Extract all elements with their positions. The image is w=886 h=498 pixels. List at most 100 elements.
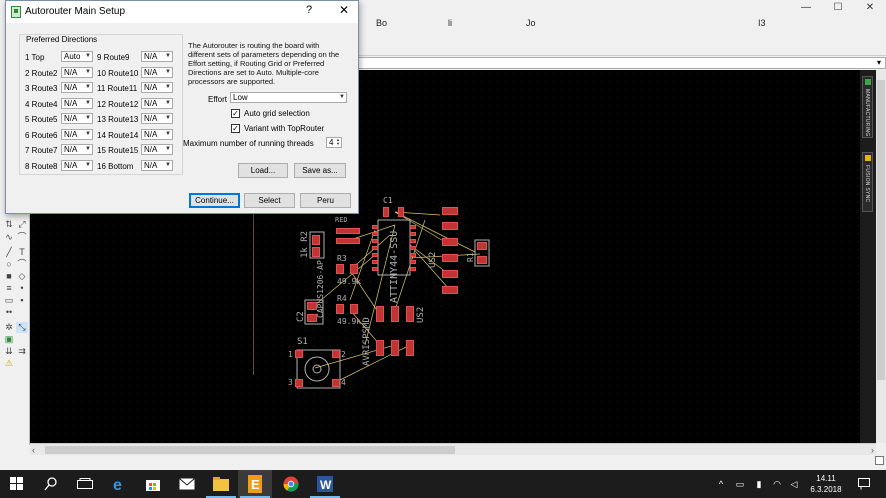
effort-select[interactable]: Low ▼ bbox=[230, 92, 347, 103]
pad[interactable] bbox=[336, 238, 360, 244]
pad[interactable] bbox=[442, 254, 458, 262]
direction-select-10[interactable]: N/A ▼ bbox=[141, 67, 173, 78]
pad[interactable] bbox=[406, 306, 414, 322]
label-c2: C2 bbox=[296, 311, 306, 322]
direction-select-5[interactable]: N/A ▼ bbox=[61, 113, 93, 124]
pad[interactable] bbox=[383, 207, 389, 217]
threads-spinner[interactable]: 4 ▲ ▼ bbox=[326, 137, 342, 148]
mail-button[interactable] bbox=[170, 470, 204, 498]
direction-select-16[interactable]: N/A ▼ bbox=[141, 160, 173, 171]
direction-select-9[interactable]: N/A ▼ bbox=[141, 51, 173, 62]
pad[interactable] bbox=[442, 270, 458, 278]
pad[interactable] bbox=[372, 267, 378, 271]
pad[interactable] bbox=[336, 228, 360, 234]
task-view-button[interactable] bbox=[68, 470, 102, 498]
direction-select-12[interactable]: N/A ▼ bbox=[141, 98, 173, 109]
pad[interactable] bbox=[442, 286, 458, 294]
auto-grid-checkbox[interactable]: ✓ bbox=[231, 109, 240, 118]
pad[interactable] bbox=[442, 222, 458, 230]
pad[interactable] bbox=[410, 232, 416, 236]
direction-label-1: 1 Top bbox=[25, 53, 45, 62]
pad[interactable] bbox=[391, 340, 399, 356]
direction-select-15[interactable]: N/A ▼ bbox=[141, 144, 173, 155]
word-button[interactable]: W bbox=[308, 470, 342, 498]
label-avrispsmd: AVRISPSMD bbox=[362, 317, 372, 366]
peru-button[interactable]: Peru bbox=[300, 193, 351, 208]
pad[interactable] bbox=[312, 235, 320, 245]
pad[interactable] bbox=[376, 306, 384, 322]
pad[interactable] bbox=[410, 225, 416, 229]
pad[interactable] bbox=[372, 225, 378, 229]
pad[interactable] bbox=[295, 350, 303, 358]
label-r1: R1 bbox=[466, 252, 475, 262]
direction-select-4[interactable]: N/A ▼ bbox=[61, 98, 93, 109]
battery-icon[interactable]: ▮ bbox=[752, 470, 766, 498]
pad[interactable] bbox=[372, 253, 378, 257]
edge-button[interactable]: e bbox=[102, 470, 136, 498]
direction-select-6[interactable]: N/A ▼ bbox=[61, 129, 93, 140]
pad[interactable] bbox=[312, 247, 320, 257]
autorouter-description: The Autorouter is routing the board with… bbox=[188, 41, 340, 86]
wifi-icon[interactable]: ◠ bbox=[770, 470, 784, 498]
pad[interactable] bbox=[477, 242, 487, 250]
eagle-app-icon: E bbox=[248, 475, 262, 493]
action-center-icon[interactable] bbox=[852, 470, 876, 498]
file-explorer-button[interactable] bbox=[204, 470, 238, 498]
pad[interactable] bbox=[410, 253, 416, 257]
variant-toprouter-label[interactable]: Variant with TopRouter bbox=[244, 124, 324, 133]
direction-select-13[interactable]: N/A ▼ bbox=[141, 113, 173, 124]
select-button[interactable]: Select bbox=[244, 193, 295, 208]
pad[interactable] bbox=[410, 260, 416, 264]
direction-select-1[interactable]: Auto ▼ bbox=[61, 51, 93, 62]
search-button[interactable] bbox=[34, 470, 68, 498]
threads-label: Maximum number of running threads bbox=[183, 139, 314, 148]
chrome-button[interactable] bbox=[274, 470, 308, 498]
direction-select-7[interactable]: N/A ▼ bbox=[61, 144, 93, 155]
spinner-arrows-icon[interactable]: ▲ ▼ bbox=[336, 138, 341, 147]
dialog-title-bar[interactable]: Autorouter Main Setup ? ✕ bbox=[6, 1, 358, 23]
pad[interactable] bbox=[350, 264, 358, 274]
pad[interactable] bbox=[398, 207, 404, 217]
pad[interactable] bbox=[442, 238, 458, 246]
direction-select-14[interactable]: N/A ▼ bbox=[141, 129, 173, 140]
help-icon[interactable]: ? bbox=[306, 4, 312, 16]
pad[interactable] bbox=[442, 207, 458, 215]
direction-select-3[interactable]: N/A ▼ bbox=[61, 82, 93, 93]
direction-select-11[interactable]: N/A ▼ bbox=[141, 82, 173, 93]
pad[interactable] bbox=[336, 304, 344, 314]
start-button[interactable] bbox=[0, 470, 34, 498]
pad[interactable] bbox=[376, 340, 384, 356]
direction-select-2[interactable]: N/A ▼ bbox=[61, 67, 93, 78]
eagle-button[interactable]: E bbox=[238, 470, 272, 498]
continue-button[interactable]: Continue... bbox=[189, 193, 240, 208]
pad[interactable] bbox=[406, 340, 414, 356]
pad[interactable] bbox=[410, 239, 416, 243]
pad[interactable] bbox=[372, 239, 378, 243]
label-r2: 1k R2 bbox=[300, 230, 310, 258]
threads-value: 4 bbox=[329, 138, 334, 147]
pad[interactable] bbox=[295, 379, 303, 387]
chevron-down-icon: ▼ bbox=[85, 115, 91, 121]
pad[interactable] bbox=[336, 264, 344, 274]
show-hidden-icons-icon[interactable]: ^ bbox=[714, 470, 728, 498]
taskbar-clock[interactable]: 14.11 6.3.2018 bbox=[804, 473, 848, 495]
pad[interactable] bbox=[391, 306, 399, 322]
close-icon[interactable]: ✕ bbox=[339, 3, 349, 17]
pad[interactable] bbox=[372, 246, 378, 250]
store-button[interactable] bbox=[136, 470, 170, 498]
variant-toprouter-checkbox[interactable]: ✓ bbox=[231, 124, 240, 133]
pad[interactable] bbox=[410, 267, 416, 271]
pad[interactable] bbox=[350, 304, 358, 314]
load-button[interactable]: Load... bbox=[238, 163, 288, 178]
dropbox-icon[interactable]: ▭ bbox=[732, 470, 748, 498]
volume-icon[interactable]: ◁ bbox=[787, 470, 801, 498]
direction-select-8[interactable]: N/A ▼ bbox=[61, 160, 93, 171]
pad[interactable] bbox=[372, 260, 378, 264]
pad[interactable] bbox=[372, 232, 378, 236]
pad[interactable] bbox=[332, 350, 340, 358]
pad[interactable] bbox=[477, 256, 487, 264]
pad[interactable] bbox=[410, 246, 416, 250]
auto-grid-label[interactable]: Auto grid selection bbox=[244, 109, 310, 118]
save-as-button[interactable]: Save as... bbox=[294, 163, 346, 178]
pad[interactable] bbox=[332, 379, 340, 387]
